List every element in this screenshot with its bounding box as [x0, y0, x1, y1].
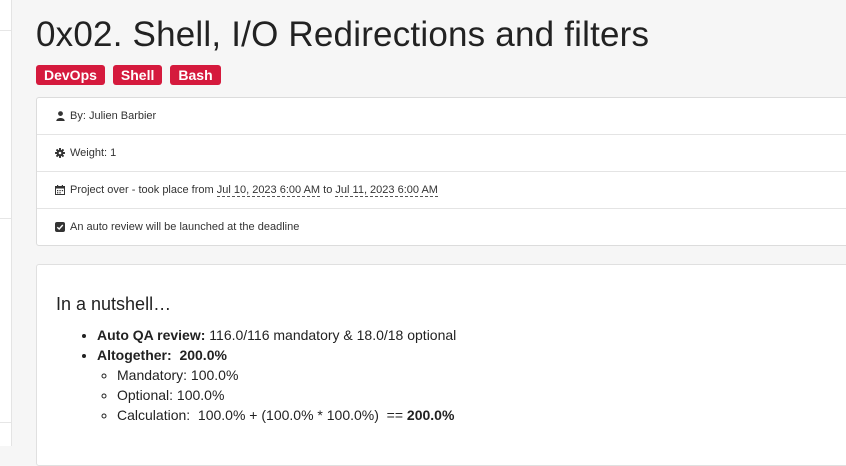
optional-score: Optional: 100.0%: [117, 385, 456, 405]
auto-qa-item: Auto QA review: 116.0/116 mandatory & 18…: [97, 325, 456, 345]
calculation-result: 200.0%: [406, 407, 455, 423]
auto-review-text: An auto review will be launched at the d…: [70, 221, 300, 233]
weight-row: Weight: 1: [37, 135, 846, 172]
tag-devops[interactable]: DevOps: [36, 65, 105, 85]
score-breakdown: Mandatory: 100.0% Optional: 100.0% Calcu…: [97, 365, 456, 425]
auto-review-row: An auto review will be launched at the d…: [37, 209, 846, 245]
score-list: Auto QA review: 116.0/116 mandatory & 18…: [77, 325, 456, 425]
check-square-icon: [55, 222, 65, 232]
schedule-to: to: [323, 184, 333, 196]
sidebar-divider: [0, 218, 11, 219]
left-sidebar-strip: [0, 0, 12, 446]
user-icon: [55, 111, 65, 121]
tag-list: DevOps Shell Bash: [36, 65, 221, 85]
project-info-panel: By: Julien Barbier Weight: 1 Project ove…: [36, 97, 846, 246]
tag-shell[interactable]: Shell: [112, 65, 163, 85]
altogether-value: 200.0%: [179, 347, 227, 363]
auto-qa-label: Auto QA review:: [97, 327, 206, 343]
weight-text: Weight: 1: [70, 147, 117, 159]
schedule-row: Project over - took place from Jul 10, 2…: [37, 172, 846, 209]
nutshell-heading: In a nutshell…: [56, 294, 172, 314]
cog-icon: [55, 148, 65, 158]
calendar-icon: [55, 185, 65, 195]
page-title: 0x02. Shell, I/O Redirections and filter…: [36, 15, 650, 54]
sidebar-divider: [0, 30, 11, 31]
calculation-text: Calculation: 100.0% + (100.0% * 100.0%) …: [117, 407, 404, 423]
mandatory-score: Mandatory: 100.0%: [117, 365, 456, 385]
altogether-label: Altogether:: [97, 347, 172, 363]
auto-qa-value: 116.0/116 mandatory & 18.0/18 optional: [209, 327, 457, 343]
schedule-prefix: Project over - took place from: [70, 184, 214, 196]
tag-bash[interactable]: Bash: [170, 65, 221, 85]
altogether-item: Altogether: 200.0% Mandatory: 100.0% Opt…: [97, 345, 456, 425]
end-date[interactable]: Jul 11, 2023 6:00 AM: [335, 184, 438, 197]
author-text: By: Julien Barbier: [70, 110, 157, 122]
start-date[interactable]: Jul 10, 2023 6:00 AM: [216, 184, 321, 197]
sidebar-divider: [0, 422, 11, 423]
author-row: By: Julien Barbier: [37, 98, 846, 135]
calculation-item: Calculation: 100.0% + (100.0% * 100.0%) …: [117, 405, 456, 425]
nutshell-panel: In a nutshell… Auto QA review: 116.0/116…: [36, 264, 846, 466]
